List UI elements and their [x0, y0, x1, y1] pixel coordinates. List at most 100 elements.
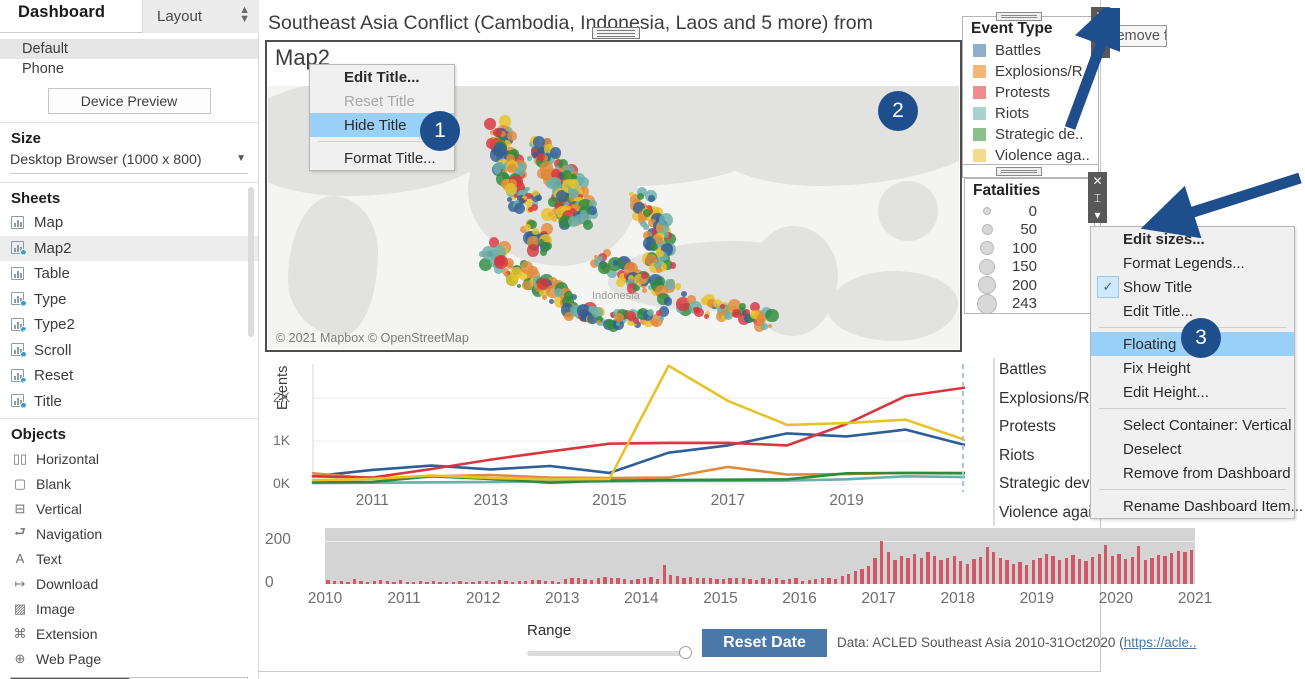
bar: [1183, 551, 1187, 584]
range-slider-track[interactable]: [527, 651, 687, 656]
image-icon: ▨: [13, 600, 27, 616]
fatalities-legend-controls[interactable]: ✕ ⌶ ▾: [1088, 172, 1107, 223]
menu-item-edit-title[interactable]: Edit Title...: [310, 65, 454, 89]
sheet-item-type2[interactable]: Type2: [0, 312, 258, 338]
annotation-arrow-3: [1140, 172, 1302, 239]
events-line-chart[interactable]: Events 2K 1K 0K 2011 2013 2015 2017 2019: [265, 356, 965, 516]
fatalities-legend-item[interactable]: 0: [965, 202, 1094, 221]
data-source-link[interactable]: https://acle..: [1124, 635, 1197, 650]
bar: [326, 580, 330, 584]
bar: [458, 581, 462, 584]
legend-size-circle: [981, 224, 993, 236]
object-item-extension[interactable]: ⌘ Extension: [11, 621, 135, 646]
bar: [616, 578, 620, 584]
pin-icon[interactable]: ⌶: [1088, 189, 1107, 206]
menu-item-deselect[interactable]: Deselect: [1091, 437, 1294, 461]
bar: [1058, 560, 1062, 584]
range-slider-knob[interactable]: [679, 646, 692, 659]
data-source-text: Data: ACLED Southeast Asia 2010-31Oct202…: [837, 635, 1124, 650]
legend-size-circle: [978, 276, 996, 295]
menu-item-edit-height[interactable]: Edit Height...: [1091, 380, 1294, 404]
bar: [688, 576, 693, 584]
sheet-item-map2[interactable]: Map2: [0, 235, 258, 261]
size-dropdown[interactable]: Desktop Browser (1000 x 800) ▼: [10, 150, 248, 174]
bar: [1071, 554, 1075, 584]
device-item-phone[interactable]: Phone: [0, 59, 258, 79]
tab-layout[interactable]: Layout ▲ ▼: [142, 0, 259, 33]
legend-context-menu[interactable]: Edit sizes... Format Legends... ✓ Show Titl…: [1090, 226, 1303, 519]
bar: [1104, 545, 1108, 584]
bar: [392, 581, 396, 584]
sheet-item-table[interactable]: Table: [0, 261, 258, 287]
bar: [748, 578, 752, 584]
bar: [675, 576, 680, 584]
bar-chart-xtick: 2017: [861, 590, 896, 607]
bar-chart-xtick: 2013: [545, 590, 580, 607]
bar: [484, 580, 488, 584]
object-item-text[interactable]: A Text: [11, 546, 135, 571]
bar: [919, 558, 923, 584]
bar: [398, 580, 403, 584]
map-data-point: [541, 295, 547, 301]
bar: [385, 580, 390, 584]
reset-date-button[interactable]: Reset Date: [702, 629, 827, 657]
sheet-item-title[interactable]: Title: [0, 389, 258, 415]
menu-item-fix-height[interactable]: Fix Height: [1091, 356, 1294, 380]
date-range-bar-chart[interactable]: 200 0 2010 2011 2012 2013 2014 2015 2016 2017 201…: [265, 528, 1225, 618]
object-item-horizontal[interactable]: ▯▯ Horizontal: [11, 446, 135, 471]
device-preview-button[interactable]: Device Preview: [47, 88, 211, 114]
bar: [596, 577, 600, 584]
fatalities-legend-item[interactable]: 100: [965, 239, 1094, 258]
fatalities-legend-item[interactable]: 50: [965, 221, 1094, 240]
extension-icon: ⌘: [13, 625, 27, 641]
fatalities-legend-item[interactable]: 243: [965, 293, 1094, 314]
sheet-item-type[interactable]: Type: [0, 287, 258, 313]
menu-item-rename-dashboard-item[interactable]: Rename Dashboard Item...: [1091, 494, 1303, 518]
close-icon[interactable]: ✕: [1088, 172, 1107, 189]
annotation-badge-3: 3: [1181, 318, 1221, 358]
menu-item-format-legends[interactable]: Format Legends...: [1091, 251, 1294, 275]
object-item-navigation[interactable]: ⮐ Navigation: [11, 521, 135, 546]
menu-item-reset-title: Reset Title: [310, 89, 454, 113]
chevron-down-icon: ▼: [236, 153, 246, 164]
bar-chart-xtick: 2018: [940, 590, 975, 607]
bar: [708, 577, 712, 584]
worksheet-icon: [11, 292, 27, 308]
fatalities-legend[interactable]: Fatalities 0 50 100 150 200 243: [964, 178, 1095, 314]
fatalities-legend-item[interactable]: 150: [965, 258, 1094, 277]
bar: [965, 563, 970, 584]
blank-icon: ▢: [13, 475, 27, 491]
map-data-point: [537, 152, 546, 161]
bar: [899, 556, 904, 584]
bar: [926, 551, 930, 584]
device-item-default[interactable]: Default: [0, 39, 258, 59]
menu-item-show-title[interactable]: ✓ Show Title: [1091, 275, 1294, 299]
menu-item-remove-from-dashboard[interactable]: Remove from Dashboard: [1091, 461, 1294, 485]
fatalities-legend-item[interactable]: 200: [965, 276, 1094, 295]
sheet-item-reset[interactable]: Reset: [0, 363, 258, 389]
title-drag-handle[interactable]: [592, 27, 640, 39]
map-data-point: [655, 224, 664, 232]
object-item-vertical[interactable]: ⊟ Vertical: [11, 496, 135, 521]
sheet-item-map[interactable]: Map: [0, 210, 258, 236]
object-item-download[interactable]: ↦ Download: [11, 571, 135, 596]
tab-dashboard[interactable]: Dashboard: [18, 3, 105, 22]
object-item-image[interactable]: ▨ Image: [11, 596, 135, 621]
sheets-scrollbar[interactable]: [248, 187, 254, 337]
bar: [504, 581, 508, 584]
bar: [702, 578, 706, 584]
left-sidebar: Dashboard Layout ▲ ▼ Default Phone Device…: [0, 0, 259, 679]
object-item-web-page[interactable]: ⊕ Web Page: [11, 646, 135, 671]
map-data-point: [615, 278, 625, 287]
menu-item-select-container-vertical[interactable]: Select Container: Vertical: [1091, 413, 1294, 437]
object-item-blank[interactable]: ▢ Blank: [11, 471, 135, 496]
bar: [972, 559, 976, 584]
bar: [721, 579, 726, 584]
legend-item-label: 243: [1011, 295, 1037, 313]
map-data-point: [680, 290, 687, 297]
bar: [807, 580, 811, 584]
bar-chart-xtick: 2012: [465, 590, 501, 607]
sheet-item-scroll[interactable]: Scroll: [0, 338, 258, 364]
fatalities-legend-drag-handle[interactable]: [996, 167, 1042, 176]
chevron-down-icon[interactable]: ▾: [1088, 206, 1107, 223]
